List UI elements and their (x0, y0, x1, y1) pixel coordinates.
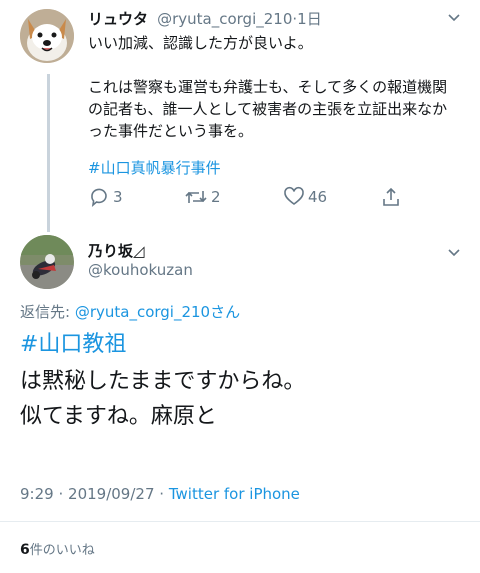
tweet1-share-button[interactable] (380, 186, 405, 208)
avatar-ryuta[interactable] (20, 9, 74, 63)
tweet1-menu-chevron[interactable] (447, 10, 461, 29)
chevron-down-icon (448, 249, 460, 257)
tweet1-time[interactable]: 1日 (297, 10, 322, 28)
main-menu-chevron[interactable] (447, 245, 461, 264)
heart-icon (284, 186, 304, 205)
reply-to-label: 返信先: (20, 303, 75, 321)
chevron-down-icon (448, 14, 460, 22)
tweet1-author-name[interactable]: リュウタ (88, 10, 148, 28)
main-dot2: · (159, 485, 165, 503)
reply-to-handle[interactable]: @ryuta_corgi_210 (75, 303, 210, 321)
tweet1-header: リュウタ @ryuta_corgi_210·1日 (88, 8, 322, 29)
likes-summary[interactable]: 6件のいいね (20, 539, 95, 558)
main-text-line2: 似てますね。麻原と (20, 404, 217, 429)
main-author-name[interactable]: 乃り坂◿ (88, 240, 145, 261)
avatar-kouhokuzan[interactable] (20, 235, 74, 289)
thread-connector-line (47, 74, 50, 232)
tweet1-reply-count: 3 (113, 188, 123, 206)
main-source-link[interactable]: Twitter for iPhone (169, 485, 300, 503)
main-time: 9:29 (20, 485, 54, 503)
likes-label: 件のいいね (29, 543, 95, 558)
tweet1-hashtag[interactable]: #山口真帆暴行事件 (88, 157, 221, 179)
main-dot: · (58, 485, 64, 503)
likes-count: 6 (20, 542, 30, 558)
corgi-avatar-image (20, 9, 74, 63)
tweet1-author-handle[interactable]: @ryuta_corgi_210 (157, 10, 292, 28)
main-text-line1: は黙秘したままですからね。 (20, 369, 306, 394)
share-icon (383, 187, 399, 206)
motorcycle-avatar-image (20, 235, 74, 289)
reply-icon (91, 188, 107, 208)
reply-to-line: 返信先: @ryuta_corgi_210さん (20, 301, 240, 322)
tweet1-like-count: 46 (308, 188, 328, 206)
tweet1-reply-button[interactable]: 3 (88, 186, 123, 208)
tweet1-like-button[interactable]: 46 (283, 186, 327, 208)
main-hashtag[interactable]: #山口教祖 (20, 330, 126, 360)
tweet1-paragraph2: これは警察も運営も弁護士も、そして多くの報道機関の記者も、誰一人として被害者の主… (88, 78, 448, 140)
main-timestamp-line: 9:29 · 2019/09/27 · Twitter for iPhone (20, 485, 300, 503)
likes-top-divider (0, 521, 480, 522)
retweet-icon (185, 191, 207, 203)
main-date: 2019/09/27 (68, 485, 155, 503)
tweet1-retweet-count: 2 (211, 188, 221, 206)
reply-to-suffix[interactable]: さん (210, 303, 240, 321)
tweet1-retweet-button[interactable]: 2 (184, 186, 221, 208)
main-author-handle[interactable]: @kouhokuzan (88, 261, 193, 279)
tweet1-line1: いい加減、認識した方が良いよ。 (88, 34, 313, 52)
